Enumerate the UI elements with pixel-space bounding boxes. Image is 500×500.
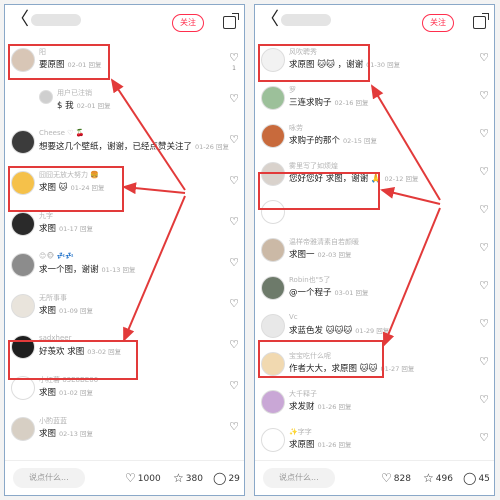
arrow xyxy=(110,78,186,191)
annotation-arrows xyxy=(110,78,441,347)
arrow xyxy=(123,195,186,342)
arrow xyxy=(380,186,441,205)
arrow xyxy=(122,182,186,195)
arrow xyxy=(382,207,441,347)
arrow xyxy=(370,84,441,201)
